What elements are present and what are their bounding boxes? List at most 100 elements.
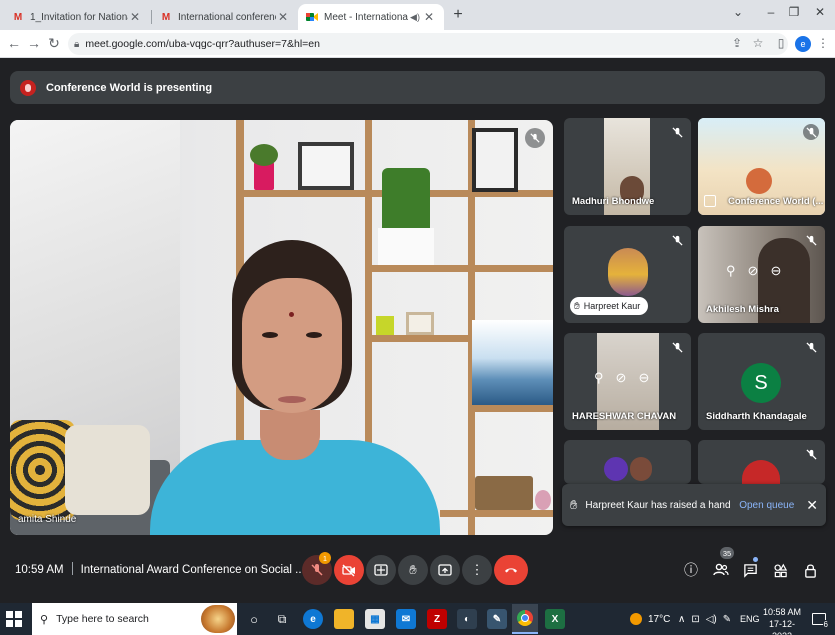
app-icon[interactable]: ✎	[487, 609, 507, 629]
participant-tile[interactable]	[564, 440, 691, 484]
participant-name: Siddharth Khandagale	[706, 411, 807, 422]
more-options-button[interactable]: ⋮	[462, 555, 492, 585]
participant-tile[interactable]: ⚲ ⊘ ⊖ Akhilesh Mishra	[698, 226, 825, 323]
close-icon[interactable]: ✕	[422, 10, 436, 24]
mic-off-icon	[669, 124, 685, 140]
show-hidden-icon[interactable]: ∧	[678, 614, 685, 625]
app-icon[interactable]: ◐	[457, 609, 477, 629]
profile-avatar[interactable]: e	[795, 36, 811, 52]
participant-name: amita Shinde	[18, 514, 77, 525]
speaker-icon[interactable]: ◀)	[408, 12, 422, 23]
filezilla-icon[interactable]: Z	[427, 609, 447, 629]
maximize-button[interactable]: ❐	[786, 5, 802, 19]
meeting-details: 10:59 AM International Award Conference o…	[15, 562, 305, 576]
mute-participant-icon[interactable]: ⊘	[616, 370, 627, 386]
chrome-logo	[517, 610, 533, 626]
notification-count: 6	[822, 620, 829, 629]
tile-hover-controls: ⚲ ⊘ ⊖	[726, 263, 781, 279]
people-icon[interactable]	[711, 560, 731, 580]
reload-button[interactable]: ↻	[46, 35, 62, 52]
task-view-icon[interactable]: ⧉	[272, 609, 292, 629]
weather-widget[interactable]: 17°C	[630, 603, 670, 635]
leave-call-button[interactable]	[494, 555, 528, 585]
clock-time: 10:58 AM	[762, 607, 802, 617]
host-controls-icon[interactable]	[800, 560, 820, 580]
window-close-button[interactable]: ✕	[812, 5, 828, 19]
participant-tile[interactable]	[698, 440, 825, 484]
address-bar[interactable]: 🔒︎ meet.google.com/uba-vqgc-qrr?authuser…	[68, 33, 788, 55]
remove-icon[interactable]: ⊖	[770, 263, 781, 279]
chrome-icon[interactable]	[512, 604, 538, 634]
shelf	[365, 335, 475, 342]
participant-tile[interactable]: ✋︎ Harpreet Kaur	[564, 226, 691, 323]
action-center-icon[interactable]: 6	[812, 603, 829, 635]
pin-icon[interactable]: ⚲	[594, 370, 604, 386]
close-icon[interactable]: ✕	[276, 10, 290, 24]
mute-participant-icon[interactable]: ⊘	[748, 263, 759, 279]
language-indicator[interactable]: ENG	[740, 603, 760, 635]
chat-unread-dot	[753, 557, 758, 562]
tab-title: International conference Mail	[178, 11, 276, 23]
browser-toolbar: ← → ↻ 🔒︎ meet.google.com/uba-vqgc-qrr?au…	[0, 30, 835, 58]
share-icon[interactable]: ⇪	[729, 36, 745, 50]
tab-meet[interactable]: Meet - International Award C ◀) ✕	[298, 4, 444, 30]
chat-icon[interactable]	[740, 560, 760, 580]
volume-icon[interactable]: ◁)	[706, 614, 717, 625]
taskbar-search-box[interactable]: ⚲ Type here to search	[32, 603, 237, 635]
plant-decor	[250, 144, 278, 166]
new-tab-button[interactable]: +	[450, 6, 466, 24]
picture-frame-decor	[406, 312, 434, 335]
meeting-control-bar: 10:59 AM International Award Conference o…	[0, 545, 835, 595]
menu-kebab-icon[interactable]: ⋮	[815, 36, 831, 50]
tab-invitation[interactable]: M 1_Invitation for National Confere ✕	[4, 4, 150, 30]
store-icon[interactable]: ▦	[365, 609, 385, 629]
person-figure	[289, 312, 294, 317]
mail-icon[interactable]: ✉	[396, 609, 416, 629]
tab-conference-mail[interactable]: M International conference Mail ✕	[152, 4, 298, 30]
windows-start-icon[interactable]	[6, 611, 22, 627]
participant-tile[interactable]: Madhuri Bhondwe	[564, 118, 691, 215]
captions-button[interactable]	[366, 555, 396, 585]
pen-icon[interactable]: ✎	[723, 614, 731, 625]
people-count-badge: 35	[720, 547, 734, 559]
taskbar-clock[interactable]: 10:58 AM 17-12-2022	[762, 606, 802, 635]
tab-title: Meet - International Award C	[324, 11, 408, 23]
close-icon[interactable]: ✕	[806, 497, 818, 514]
excel-icon[interactable]: X	[545, 609, 565, 629]
participant-name: Akhilesh Mishra	[706, 304, 779, 315]
activities-icon[interactable]	[770, 560, 790, 580]
participant-name: Madhuri Bhondwe	[572, 196, 655, 207]
side-panel-icon[interactable]: ▯	[773, 36, 789, 50]
divider	[71, 562, 73, 575]
participant-tile[interactable]: ⚲ ⊘ ⊖ HARESHWAR CHAVAN	[564, 333, 691, 430]
file-explorer-icon[interactable]	[334, 609, 354, 629]
participant-video	[608, 248, 648, 296]
weather-sun-icon	[630, 613, 642, 625]
present-screen-button[interactable]	[430, 555, 460, 585]
edge-icon[interactable]: e	[303, 609, 323, 629]
cortana-icon[interactable]: ○	[244, 609, 264, 629]
pin-icon[interactable]: ⚲	[726, 263, 736, 279]
network-icon[interactable]: ⊡	[691, 614, 699, 625]
bookmark-star-icon[interactable]: ☆	[750, 36, 766, 50]
tab-search-icon[interactable]: ⌄	[730, 5, 746, 19]
participant-tile[interactable]: S Siddharth Khandagale	[698, 333, 825, 430]
back-button[interactable]: ←	[6, 35, 22, 51]
close-icon[interactable]: ✕	[128, 10, 142, 24]
main-video-tile[interactable]: amita Shinde	[10, 120, 553, 535]
more-vert-icon: ⋮	[470, 562, 484, 577]
hand-raised-notification: ✋︎ Harpreet Kaur has raised a hand Open …	[562, 484, 826, 526]
forward-button[interactable]: →	[26, 35, 42, 51]
minimize-button[interactable]: –	[763, 5, 779, 19]
participant-tile[interactable]: Conference World (...	[698, 118, 825, 215]
gmail-icon: M	[161, 11, 171, 23]
mic-off-icon	[669, 232, 685, 248]
camera-toggle-button[interactable]	[334, 555, 364, 585]
raise-hand-button[interactable]: ✋︎	[398, 555, 428, 585]
remove-icon[interactable]: ⊖	[638, 370, 649, 386]
plant-decor	[254, 162, 274, 190]
mic-off-icon	[803, 339, 819, 355]
plant-decor	[376, 316, 394, 335]
open-queue-link[interactable]: Open queue	[739, 500, 794, 511]
meeting-info-icon[interactable]: ⓘ	[681, 560, 701, 580]
